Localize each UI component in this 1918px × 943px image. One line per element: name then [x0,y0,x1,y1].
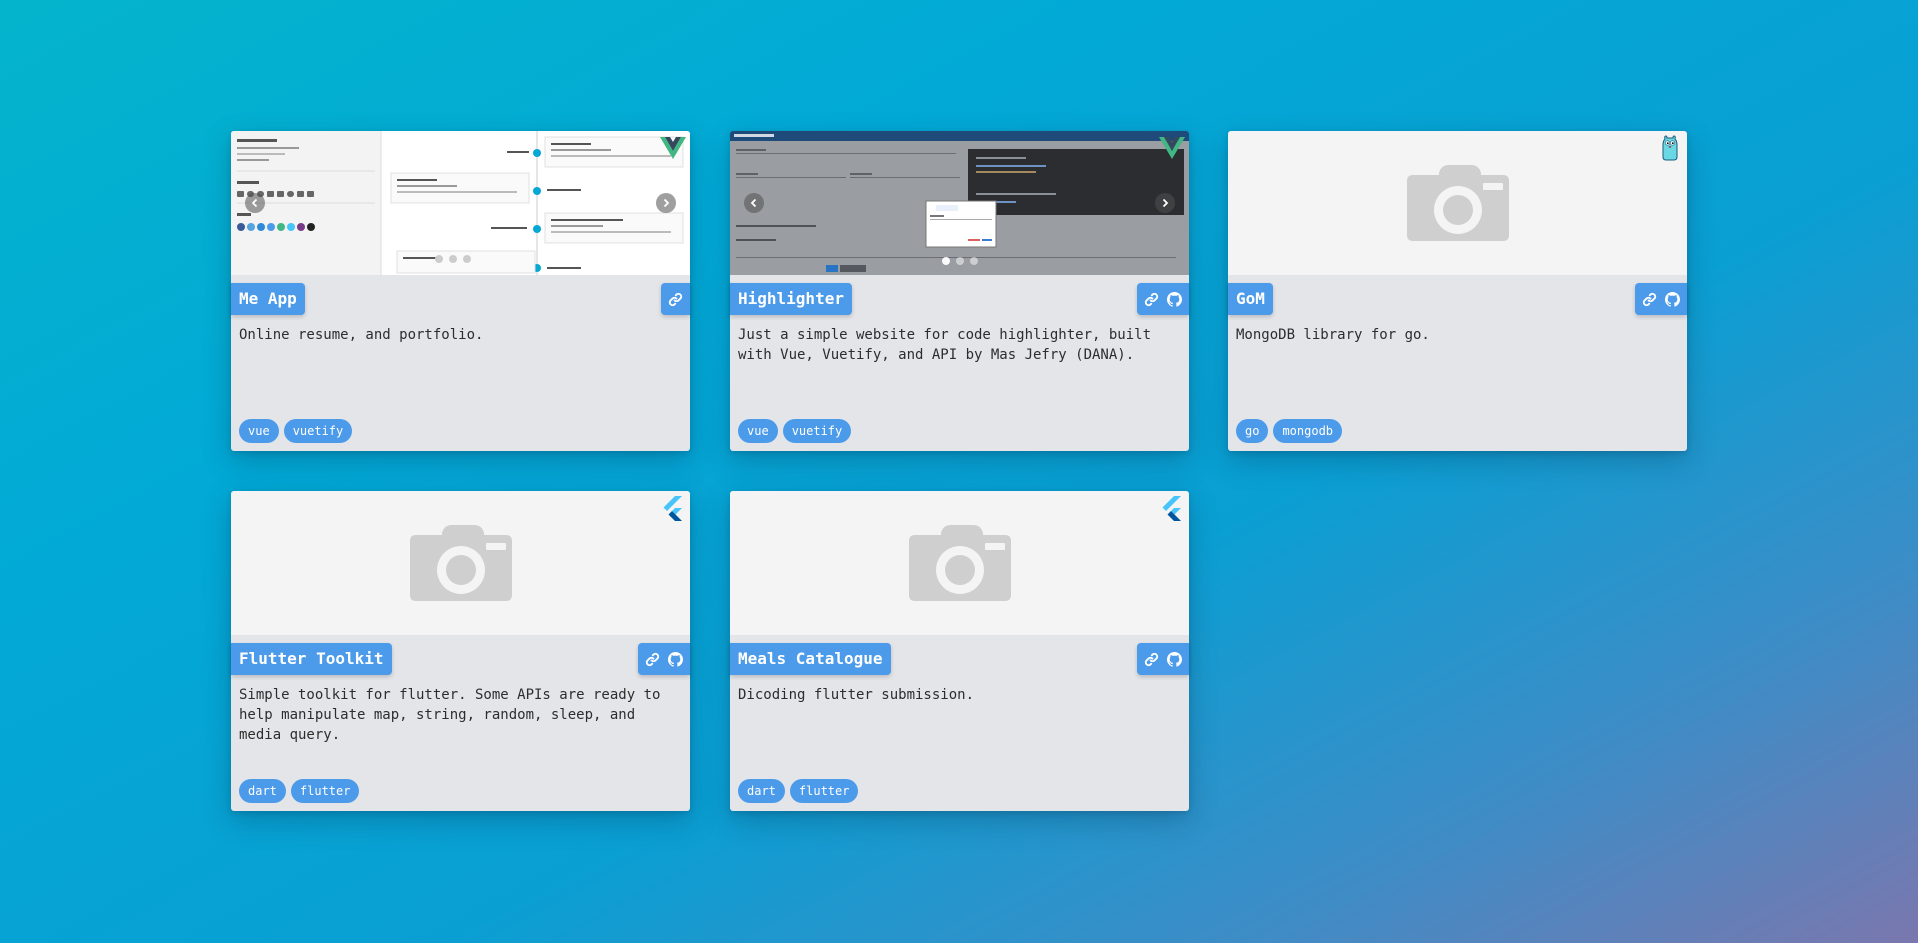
project-link-button[interactable] [667,291,684,308]
camera-placeholder-icon [908,525,1011,601]
gopher-icon [1662,135,1678,161]
tag-chip[interactable]: mongodb [1273,419,1343,443]
tag-chip[interactable]: dart [239,779,286,803]
project-card-me-app: Me App Online resume, and portfolio. vue… [231,131,690,451]
project-card-flutter-toolkit: Flutter Toolkit Simple toolkit for flutt… [231,491,690,811]
flutter-logo-icon [663,496,682,521]
carousel-prev-button[interactable] [744,193,764,213]
project-description: Just a simple website for code highlight… [738,327,1152,363]
project-github-button[interactable] [667,651,684,668]
github-icon [1665,291,1680,307]
project-links [1137,643,1189,675]
link-icon [645,652,660,666]
project-links [1635,283,1687,315]
screenshot-resume-preview [231,131,690,275]
camera-placeholder-icon [409,525,512,601]
project-screenshot-carousel [730,131,1189,275]
project-description: Online resume, and portfolio. [239,327,484,343]
screenshot-highlighter-preview [730,131,1189,275]
flutter-logo-icon [1162,496,1181,521]
github-icon [1167,651,1182,667]
project-title: Highlighter [730,283,852,315]
chevron-right-icon [1162,198,1169,208]
chevron-left-icon [251,198,258,208]
carousel-next-button[interactable] [656,193,676,213]
link-icon [1144,652,1159,666]
project-title: Meals Catalogue [730,643,891,675]
project-links [661,283,690,315]
project-link-button[interactable] [1143,651,1160,668]
project-description: MongoDB library for go. [1236,327,1430,343]
vue-logo-icon [1159,137,1185,159]
vue-logo-icon [660,137,686,159]
tag-chip[interactable]: vue [239,419,279,443]
tag-chip[interactable]: flutter [290,779,360,803]
project-tags: vue vuetify [239,419,353,443]
project-title: GoM [1228,283,1273,315]
project-card-meals-catalogue: Meals Catalogue Dicoding flutter submiss… [730,491,1189,811]
carousel-dot[interactable] [941,257,950,265]
github-icon [1167,291,1182,307]
tag-chip[interactable]: vuetify [283,419,353,443]
link-icon [668,292,683,306]
tag-chip[interactable]: go [1236,419,1269,443]
project-links [1137,283,1189,315]
project-image-placeholder [730,491,1189,635]
project-link-button[interactable] [1143,291,1160,308]
project-tags: dart flutter [239,779,360,803]
project-link-button[interactable] [1641,291,1658,308]
project-github-button[interactable] [1166,291,1183,308]
carousel-dot[interactable] [955,257,964,265]
project-link-button[interactable] [644,651,661,668]
carousel-next-button[interactable] [1155,193,1175,213]
carousel-prev-button[interactable] [245,193,265,213]
project-image-placeholder [1228,131,1687,275]
project-image-placeholder [231,491,690,635]
project-screenshot-carousel [231,131,690,275]
tag-chip[interactable]: vue [738,419,778,443]
carousel-dot[interactable] [969,257,978,265]
project-github-button[interactable] [1664,291,1681,308]
project-title: Me App [231,283,305,315]
chevron-left-icon [750,198,757,208]
project-tags: vue vuetify [738,419,852,443]
project-card-highlighter: Highlighter Just a simple website for co… [730,131,1189,451]
tag-chip[interactable]: dart [738,779,785,803]
chevron-right-icon [663,198,670,208]
project-links [638,643,690,675]
project-tags: go mongodb [1236,419,1343,443]
project-tags: dart flutter [738,779,859,803]
project-github-button[interactable] [1166,651,1183,668]
github-icon [668,651,683,667]
camera-placeholder-icon [1406,165,1509,241]
project-description: Dicoding flutter submission. [738,687,975,703]
link-icon [1144,292,1159,306]
project-card-gom: GoM MongoDB library for go. go mongodb [1228,131,1687,451]
tag-chip[interactable]: flutter [789,779,859,803]
project-description: Simple toolkit for flutter. Some APIs ar… [239,687,661,743]
link-icon [1642,292,1657,306]
carousel-indicators [941,257,978,265]
project-title: Flutter Toolkit [231,643,392,675]
tag-chip[interactable]: vuetify [782,419,852,443]
